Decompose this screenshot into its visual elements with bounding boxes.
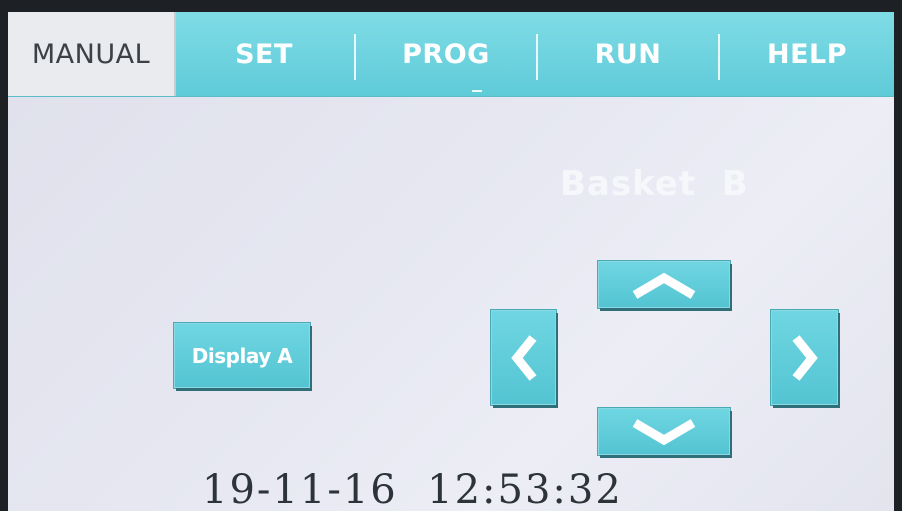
display-a-button[interactable]: Display A xyxy=(174,323,310,388)
tab-manual[interactable]: MANUAL xyxy=(8,12,176,96)
tab-indicator xyxy=(472,90,482,92)
menu-tab-bar: MANUAL SET PROG RUN HELP xyxy=(8,12,894,97)
chevron-up-icon xyxy=(629,271,699,299)
move-right-button[interactable] xyxy=(771,310,838,405)
basket-label: Basket B xyxy=(560,164,749,204)
date-time-readout: 19-11-16 12:53:32 xyxy=(202,467,623,511)
chevron-right-icon xyxy=(789,333,821,383)
tab-run[interactable]: RUN xyxy=(538,12,718,96)
tab-prog[interactable]: PROG xyxy=(356,12,536,96)
chevron-left-icon xyxy=(508,333,540,383)
move-up-button[interactable] xyxy=(598,261,730,308)
move-left-button[interactable] xyxy=(491,310,556,405)
tab-help[interactable]: HELP xyxy=(720,12,894,96)
hmi-screen: MANUAL SET PROG RUN HELP Basket B Displa… xyxy=(8,12,894,511)
chevron-down-icon xyxy=(629,418,699,446)
tab-set[interactable]: SET xyxy=(174,12,354,96)
move-down-button[interactable] xyxy=(598,408,730,455)
